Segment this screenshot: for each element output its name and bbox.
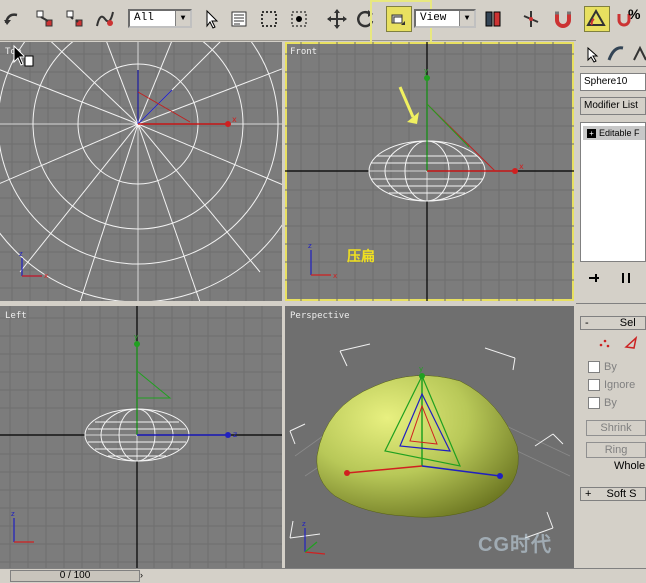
window-crossing-icon[interactable] <box>288 8 310 30</box>
by-angle-checkbox[interactable]: By <box>588 397 617 411</box>
pin-stack-icon[interactable] <box>586 270 602 286</box>
soft-selection-label: Soft S <box>606 488 637 500</box>
viewport-left[interactable]: y z z Left <box>0 306 282 568</box>
modify-tab-icon[interactable] <box>606 44 626 64</box>
chevron-down-icon: ▼ <box>175 11 190 26</box>
hierarchy-tab-icon[interactable] <box>630 44 646 64</box>
subobject-level-icons <box>596 333 646 353</box>
by-vertex-checkbox[interactable]: By <box>588 361 617 375</box>
select-and-manipulate-icon[interactable] <box>520 8 542 30</box>
angle-snap-toggle-button[interactable] <box>584 6 610 32</box>
z-axis-label: z <box>19 250 23 258</box>
modifier-list-dropdown[interactable]: Modifier List <box>580 97 646 115</box>
z-axis-label: z <box>11 510 15 518</box>
z-axis-label: z <box>302 520 306 528</box>
expand-icon: + <box>585 488 592 500</box>
object-name-field[interactable]: Sphere10 <box>580 73 646 91</box>
selection-filter-dropdown[interactable]: All ▼ <box>128 9 192 28</box>
unlink-selection-icon[interactable] <box>64 8 86 30</box>
next-frame-icon[interactable]: › <box>140 569 146 582</box>
viewport-label-front[interactable]: Front <box>290 47 317 57</box>
x-axis-label: x <box>333 272 337 280</box>
left-viewport-canvas: y z z <box>0 306 282 568</box>
x-axis-label: x <box>232 115 237 124</box>
squash-caption: 压扁 <box>347 249 375 265</box>
selection-filter-value: All <box>134 12 154 24</box>
z-axis-label: z <box>233 430 237 439</box>
ignore-backfacing-label: Ignore <box>604 379 636 391</box>
watermark-text: CG时代 <box>478 534 552 556</box>
x-axis-label: x <box>519 162 524 171</box>
shrink-button[interactable]: Shrink <box>586 420 646 436</box>
select-and-link-icon[interactable] <box>34 8 56 30</box>
x-axis-label: x <box>44 272 48 280</box>
stack-item-label: Editable F <box>599 128 640 138</box>
y-axis-label: y <box>424 67 428 75</box>
frame-counter: 0 / 100 <box>59 570 91 581</box>
chevron-down-icon: ▼ <box>459 11 474 26</box>
reference-coordinate-value: View <box>420 12 447 24</box>
stack-item-editable-poly[interactable]: + Editable F <box>583 126 645 140</box>
soft-selection-rollout-header[interactable]: + Soft S <box>580 487 646 501</box>
percent-snap-button[interactable]: % <box>616 6 646 30</box>
show-end-result-icon[interactable] <box>618 270 634 286</box>
angle-snap-icon <box>586 8 606 26</box>
selection-rollout-header[interactable]: - Sel <box>580 316 646 330</box>
by-vertex-label: By <box>604 361 617 373</box>
y-axis-label: y <box>419 365 423 373</box>
create-tab-icon[interactable] <box>582 44 602 64</box>
front-viewport-canvas: y x z x <box>285 42 574 301</box>
ignore-backfacing-checkbox[interactable]: Ignore <box>588 379 635 393</box>
whole-label: Whole <box>614 460 646 472</box>
bind-to-space-warp-icon[interactable] <box>94 8 116 30</box>
percent-label: % <box>628 6 641 22</box>
mouse-cursor-icon <box>13 44 34 67</box>
viewport-top[interactable]: x z x Top <box>0 42 282 301</box>
collapse-icon: - <box>585 317 589 329</box>
checkbox-box[interactable] <box>588 361 600 374</box>
reference-coordinate-dropdown[interactable]: View ▼ <box>414 9 476 28</box>
checkbox-box[interactable] <box>588 397 600 410</box>
undo-icon[interactable] <box>2 8 24 30</box>
by-angle-label: By <box>604 397 617 409</box>
viewport-front[interactable]: y x z x Front <box>285 42 574 301</box>
time-slider[interactable]: 0 / 100 <box>10 570 140 582</box>
selection-rollout-label: Sel <box>619 317 636 329</box>
stack-controls <box>580 268 646 288</box>
main-toolbar: All ▼ View ▼ % <box>0 0 646 52</box>
command-panel-tabs <box>580 42 646 67</box>
checkbox-box[interactable] <box>588 379 600 392</box>
panel-divider <box>576 303 646 304</box>
select-object-icon[interactable] <box>200 8 222 30</box>
squashed-sphere <box>316 375 519 518</box>
modifier-stack[interactable]: + Editable F <box>580 122 646 262</box>
select-by-name-icon[interactable] <box>228 8 250 30</box>
use-pivot-center-icon[interactable] <box>482 8 504 30</box>
expand-icon[interactable]: + <box>587 129 596 139</box>
time-slider-bar: 0 / 100 › <box>0 568 646 583</box>
y-axis-label: y <box>134 333 138 341</box>
viewport-label-perspective[interactable]: Perspective <box>290 311 350 321</box>
z-axis-label: z <box>308 242 312 250</box>
vertex-icon[interactable] <box>596 333 646 353</box>
select-and-move-icon[interactable] <box>326 8 348 30</box>
ring-button[interactable]: Ring <box>586 442 646 458</box>
viewport-label-left[interactable]: Left <box>5 311 27 321</box>
snaps-toggle-icon[interactable] <box>552 8 574 30</box>
rectangular-selection-region-icon[interactable] <box>258 8 280 30</box>
top-viewport-canvas: x z x <box>0 42 282 301</box>
